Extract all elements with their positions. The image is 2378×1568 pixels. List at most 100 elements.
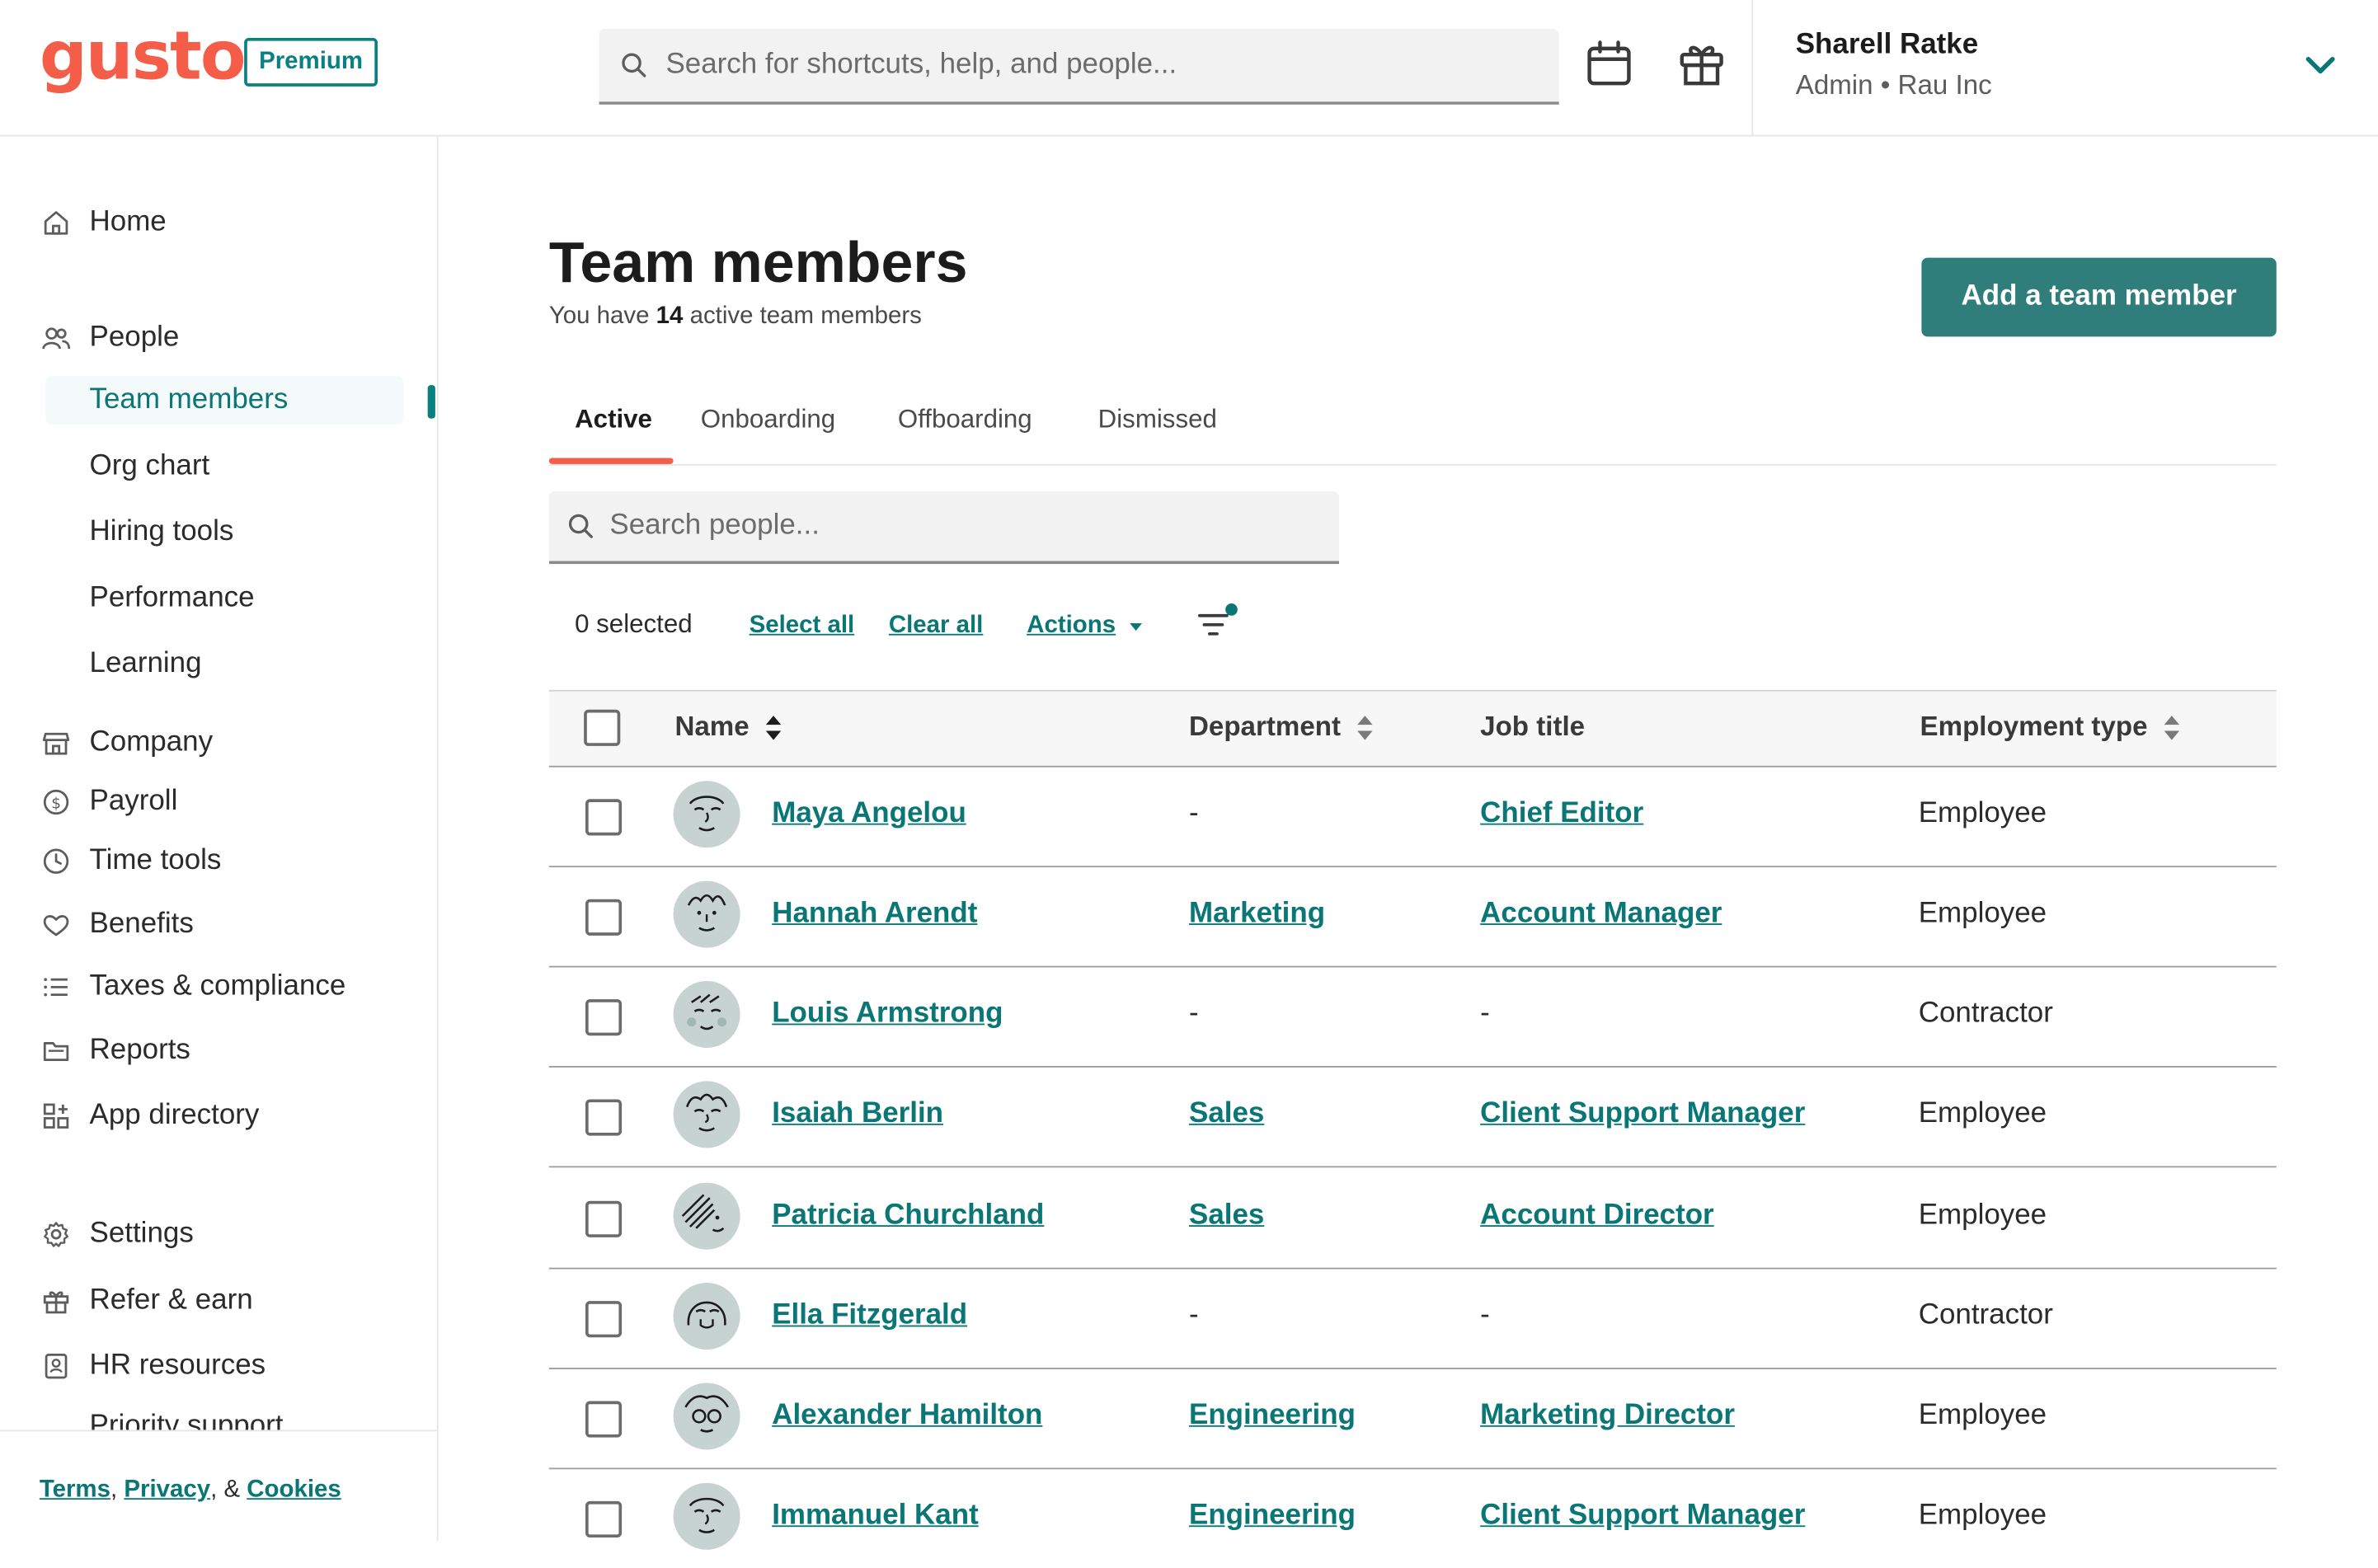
employee-name-link[interactable]: Ella Fitzgerald [772,1299,967,1332]
sidebar-nav: Home People Team members Org chart Hirin… [0,136,439,1542]
sidebar-item-time-tools[interactable]: Time tools [0,837,437,885]
premium-badge[interactable]: Premium [244,37,378,87]
employee-name-link[interactable]: Maya Angelou [772,797,966,830]
employment-type-cell: Employee [1918,1500,2047,1532]
employee-name-link[interactable]: Louis Armstrong [772,998,1003,1030]
row-checkbox[interactable] [585,1401,623,1438]
select-all-checkbox[interactable] [584,709,621,746]
tab-offboarding[interactable]: Offboarding [898,405,1032,435]
job-title-link[interactable]: Account Director [1480,1199,1714,1232]
table-row[interactable]: Hannah Arendt Marketing Account Manager … [548,866,2277,968]
sidebar-item-hr-resources[interactable]: HR resources [0,1342,437,1391]
sidebar-item-learning[interactable]: Learning [0,640,437,688]
row-checkbox[interactable] [585,1500,623,1538]
gift-icon[interactable] [1677,40,1726,88]
employment-type-cell: Employee [1918,897,2047,930]
apps-grid-icon [43,1103,69,1129]
sidebar-item-reports[interactable]: Reports [0,1026,437,1075]
sidebar-item-people[interactable]: People [0,314,437,363]
global-search-input[interactable] [662,47,1519,84]
people-search-input[interactable] [606,508,1311,545]
column-header-employment-type[interactable]: Employment type [1920,711,2181,744]
sidebar-item-app-directory[interactable]: App directory [0,1091,437,1140]
filter-icon[interactable] [1195,600,1240,643]
employee-name-link[interactable]: Hannah Arendt [772,898,977,931]
tab-dismissed[interactable]: Dismissed [1098,405,1217,435]
sidebar-item-label: Company [89,726,214,758]
calendar-icon[interactable] [1585,40,1633,88]
table-row[interactable]: Ella Fitzgerald - - Contractor [548,1268,2277,1369]
sidebar-item-team-members[interactable]: Team members [45,376,404,425]
table-row[interactable]: Patricia Churchland Sales Account Direct… [548,1167,2277,1270]
row-checkbox[interactable] [585,1301,623,1338]
chevron-down-icon[interactable] [2304,49,2337,82]
row-checkbox[interactable] [585,799,623,836]
avatar-illustration [673,1182,740,1250]
sidebar-item-label: Home [89,206,167,238]
employee-name-link[interactable]: Patricia Churchland [772,1199,1044,1232]
column-header-name[interactable]: Name [674,711,782,744]
table-row[interactable]: Louis Armstrong - - Contractor [548,966,2277,1068]
select-all-link[interactable]: Select all [750,613,855,640]
sidebar-item-org-chart[interactable]: Org chart [0,443,437,491]
gusto-logo[interactable]: gusto [40,18,247,96]
sort-icon[interactable] [2163,713,2181,740]
job-title-link[interactable]: Client Support Manager [1480,1098,1805,1131]
subtitle-prefix: You have [548,303,656,330]
row-checkbox[interactable] [585,899,623,936]
sidebar-item-benefits[interactable]: Benefits [0,901,437,950]
add-team-member-button[interactable]: Add a team member [1921,257,2277,337]
sidebar-item-company[interactable]: Company [0,719,437,768]
sidebar-item-home[interactable]: Home [0,199,437,247]
sidebar-item-refer-earn[interactable]: Refer & earn [0,1277,437,1326]
privacy-link[interactable]: Privacy [124,1476,210,1502]
job-title-link[interactable]: Chief Editor [1480,797,1643,830]
sidebar-item-settings[interactable]: Settings [0,1210,437,1259]
sort-icon[interactable] [764,713,782,740]
table-row[interactable]: Immanuel Kant Engineering Client Support… [549,1467,2277,1567]
department-link[interactable]: Engineering [1189,1400,1356,1433]
active-indicator [427,385,435,419]
global-search-bar[interactable] [599,28,1559,105]
sidebar-item-label: Time tools [89,844,222,877]
table-row[interactable]: Alexander Hamilton Engineering Marketing… [548,1368,2277,1470]
clear-all-link[interactable]: Clear all [889,613,984,640]
list-icon [44,978,68,997]
department-link[interactable]: Sales [1189,1098,1264,1131]
department-link[interactable]: Marketing [1189,898,1325,931]
sidebar-item-hiring-tools[interactable]: Hiring tools [0,508,437,556]
employee-name-link[interactable]: Alexander Hamilton [772,1400,1042,1433]
actions-dropdown[interactable]: Actions [1027,613,1116,640]
row-checkbox[interactable] [585,999,623,1036]
caret-down-icon[interactable] [1128,622,1143,634]
sidebar-item-taxes[interactable]: Taxes & compliance [0,963,437,1012]
sidebar-item-label: Benefits [89,908,194,941]
row-checkbox[interactable] [585,1200,623,1237]
employee-name-link[interactable]: Immanuel Kant [772,1500,979,1533]
cookies-link[interactable]: Cookies [247,1476,341,1502]
sidebar-item-label: App directory [89,1099,260,1132]
job-title-link[interactable]: Account Manager [1480,898,1722,931]
id-badge-icon [45,1354,68,1379]
row-checkbox[interactable] [585,1099,623,1136]
department-link[interactable]: Engineering [1189,1500,1356,1533]
user-name: Sharell Ratke [1795,28,1979,61]
people-search-bar[interactable] [548,491,1340,565]
tab-onboarding[interactable]: Onboarding [701,405,835,435]
sidebar-item-label: Reports [89,1034,190,1067]
job-title-cell: - [1480,998,1490,1030]
job-title-link[interactable]: Marketing Director [1480,1400,1735,1433]
job-title-link[interactable]: Client Support Manager [1480,1500,1805,1533]
terms-link[interactable]: Terms [40,1476,110,1502]
tab-active[interactable]: Active [575,405,652,435]
department-link[interactable]: Sales [1189,1199,1264,1232]
sidebar-item-payroll[interactable]: $ Payroll [0,778,437,827]
sidebar-item-performance[interactable]: Performance [0,575,437,623]
column-header-department[interactable]: Department [1189,711,1374,744]
table-row[interactable]: Isaiah Berlin Sales Client Support Manag… [548,1066,2277,1168]
column-header-job-title: Job title [1480,711,1585,744]
table-row[interactable]: Maya Angelou - Chief Editor Employee [548,766,2277,868]
employee-name-link[interactable]: Isaiah Berlin [772,1098,943,1131]
sort-icon[interactable] [1356,713,1374,740]
user-menu[interactable]: Sharell Ratke Admin • Rau Inc [1751,0,2378,135]
